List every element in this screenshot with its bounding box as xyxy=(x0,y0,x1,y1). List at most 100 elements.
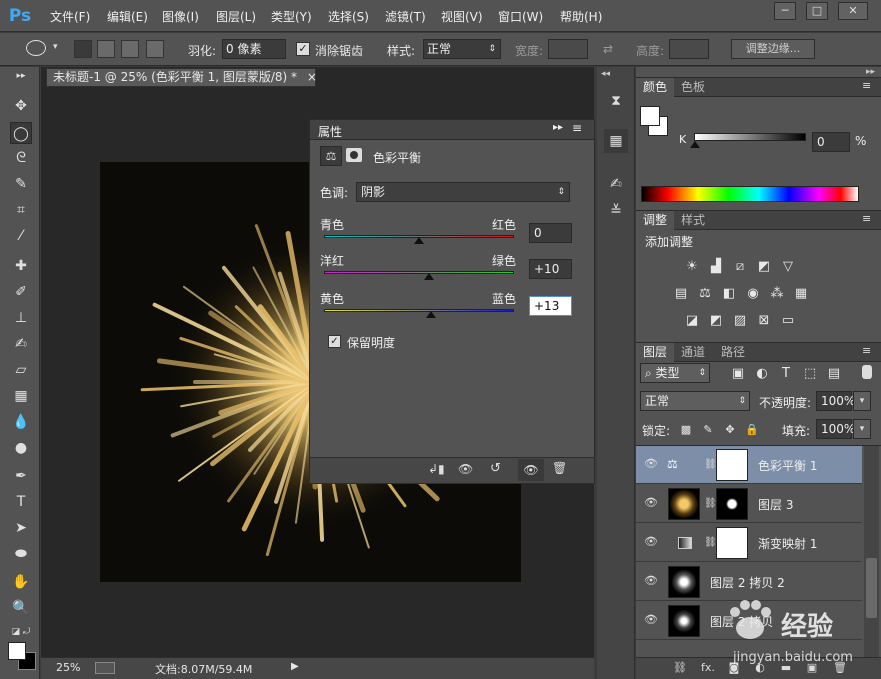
menu-edit[interactable]: 编辑(E) xyxy=(107,8,148,25)
menu-help[interactable]: 帮助(H) xyxy=(560,8,602,25)
menu-type[interactable]: 类型(Y) xyxy=(271,8,312,25)
add-selection-icon[interactable] xyxy=(97,40,115,58)
lock-image-icon[interactable]: ✎ xyxy=(700,422,716,438)
blend-mode-select[interactable]: 正常 ⇕ xyxy=(640,391,750,411)
layer-mask-thumbnail[interactable] xyxy=(716,527,748,559)
menu-layer[interactable]: 图层(L) xyxy=(216,8,256,25)
yellow-blue-value[interactable]: +13 xyxy=(529,296,572,316)
elliptical-marquee-icon[interactable] xyxy=(26,40,46,56)
intersect-selection-icon[interactable] xyxy=(146,40,164,58)
threshold-icon[interactable]: ▨ xyxy=(732,313,748,329)
panel-menu-icon[interactable]: ≡ xyxy=(572,121,582,135)
lasso-tool-icon[interactable]: ᘓ xyxy=(10,147,32,169)
eye-icon[interactable]: 👁 xyxy=(644,535,658,549)
lock-position-icon[interactable]: ✥ xyxy=(722,422,738,438)
brush-presets-icon[interactable]: ≚ xyxy=(604,199,628,223)
delete-adjustment-icon[interactable]: 🗑 xyxy=(552,461,567,475)
strip-collapse-icon[interactable]: ◂◂ xyxy=(601,69,610,79)
chain-link-icon[interactable]: ⛓ xyxy=(704,536,717,550)
panel-collapse-icon[interactable]: ▸▸ xyxy=(553,122,563,133)
black-white-icon[interactable]: ◧ xyxy=(721,286,737,302)
layer-mask-thumbnail[interactable] xyxy=(716,449,748,481)
refine-edge-button[interactable]: 调整边缘... xyxy=(731,39,815,59)
eyedropper-tool-icon[interactable]: ⁄ xyxy=(10,225,32,247)
layer-row[interactable]: 👁 ⚖ ⛓ 色彩平衡 1 xyxy=(636,446,862,484)
close-tab-icon[interactable]: × xyxy=(307,70,317,84)
antialias-checkbox[interactable]: ✓ xyxy=(296,42,310,56)
opacity-input[interactable]: 100% xyxy=(816,391,855,411)
ellipse-shape-tool-icon[interactable]: ⬬ xyxy=(10,543,32,565)
balance-scale-icon[interactable]: ⚖ xyxy=(320,146,342,166)
feather-input[interactable]: 0 像素 xyxy=(222,39,286,59)
view-previous-icon[interactable]: 👁 xyxy=(458,462,473,476)
k-value[interactable]: 0 xyxy=(812,132,850,152)
magenta-green-slider[interactable] xyxy=(324,271,514,274)
menu-filter[interactable]: 滤镜(T) xyxy=(385,8,426,25)
hue-saturation-icon[interactable]: ▤ xyxy=(673,286,689,302)
history-brush-tool-icon[interactable]: ✍ xyxy=(10,333,32,355)
brush-tool-icon[interactable]: ✐ xyxy=(10,281,32,303)
chevron-down-icon[interactable]: ▾ xyxy=(53,42,58,52)
zoom-tool-icon[interactable]: 🔍 xyxy=(10,597,32,619)
document-tab[interactable]: 未标题-1 @ 25% (色彩平衡 1, 图层蒙版/8) * × xyxy=(46,68,317,87)
height-input[interactable] xyxy=(669,39,709,59)
panel-menu-icon[interactable]: ≡ xyxy=(862,344,871,357)
preserve-luminosity-checkbox[interactable]: ✓ xyxy=(328,335,341,348)
eye-icon[interactable]: 👁 xyxy=(644,574,658,588)
color-balance-icon[interactable]: ⚖ xyxy=(697,286,713,302)
menu-file[interactable]: 文件(F) xyxy=(50,8,90,25)
new-selection-icon[interactable] xyxy=(74,40,92,58)
layer-mask-thumbnail[interactable] xyxy=(716,488,748,520)
photo-filter-icon[interactable]: ◉ xyxy=(745,286,761,302)
hand-tool-icon[interactable]: ✋ xyxy=(10,571,32,593)
elliptical-marquee-tool-icon[interactable]: ◯ xyxy=(10,122,32,144)
blur-tool-icon[interactable]: 💧 xyxy=(10,411,32,433)
tab-layers[interactable]: 图层 xyxy=(636,343,675,362)
move-tool-icon[interactable]: ✥ xyxy=(10,95,32,117)
default-colors-icon[interactable]: ◪ ⤾ xyxy=(10,621,32,643)
foreground-color-swatch[interactable] xyxy=(640,106,660,126)
zoom-level[interactable]: 25% xyxy=(56,661,80,674)
exposure-icon[interactable]: ◩ xyxy=(756,259,772,275)
dodge-tool-icon[interactable]: ● xyxy=(10,437,32,459)
width-input[interactable] xyxy=(548,39,588,59)
posterize-icon[interactable]: ◩ xyxy=(708,313,724,329)
layer-row[interactable]: 👁 ⛓ 渐变映射 1 xyxy=(636,524,862,562)
selective-color-icon[interactable]: ⊠ xyxy=(756,313,772,329)
eye-icon[interactable]: 👁 xyxy=(644,613,658,627)
eye-icon[interactable]: 👁 xyxy=(644,457,658,471)
collapse-icon[interactable]: ▸▸ xyxy=(10,71,32,81)
menu-view[interactable]: 视图(V) xyxy=(441,8,483,25)
layer-thumbnail[interactable] xyxy=(668,566,700,598)
close-window-button[interactable]: ✕ xyxy=(838,2,868,20)
dock-collapse-icon[interactable]: ▸▸ xyxy=(866,67,875,77)
layer-row[interactable]: 👁 ⛓ 图层 3 xyxy=(636,485,862,523)
tone-select[interactable]: 阴影 ⇕ xyxy=(356,182,570,202)
tab-adjustments[interactable]: 调整 xyxy=(636,211,675,230)
filter-shape-icon[interactable]: ⬚ xyxy=(802,366,818,382)
pen-tool-icon[interactable]: ✒ xyxy=(10,465,32,487)
gradient-map-icon[interactable]: ▭ xyxy=(780,313,796,329)
status-preview-icon[interactable] xyxy=(95,662,115,674)
style-select[interactable]: 正常 ⇕ xyxy=(423,39,501,59)
k-slider-thumb[interactable] xyxy=(690,141,700,148)
filter-pixel-icon[interactable]: ▣ xyxy=(730,366,746,382)
cyan-red-value[interactable]: 0 xyxy=(529,223,572,243)
eraser-tool-icon[interactable]: ▱ xyxy=(10,359,32,381)
fill-input[interactable]: 100% xyxy=(816,419,855,439)
path-selection-tool-icon[interactable]: ➤ xyxy=(10,517,32,539)
filter-type-icon[interactable]: T xyxy=(778,366,794,382)
type-tool-icon[interactable]: T xyxy=(10,491,32,513)
cyan-red-thumb[interactable] xyxy=(414,237,424,244)
panel-menu-icon[interactable]: ≡ xyxy=(862,212,871,225)
brush-panel-icon[interactable]: ✍ xyxy=(604,172,628,196)
vibrance-icon[interactable]: ▽ xyxy=(780,259,796,275)
link-layers-icon[interactable]: ⛓ xyxy=(672,661,688,675)
magenta-green-value[interactable]: +10 xyxy=(529,259,572,279)
swap-icon[interactable]: ⇄ xyxy=(603,42,613,56)
visibility-toggle-icon[interactable]: 👁 xyxy=(518,459,544,481)
subtract-selection-icon[interactable] xyxy=(121,40,139,58)
crop-tool-icon[interactable]: ⌗ xyxy=(10,199,32,221)
layer-mask-icon[interactable] xyxy=(346,148,362,162)
channel-mixer-icon[interactable]: ⁂ xyxy=(769,286,785,302)
